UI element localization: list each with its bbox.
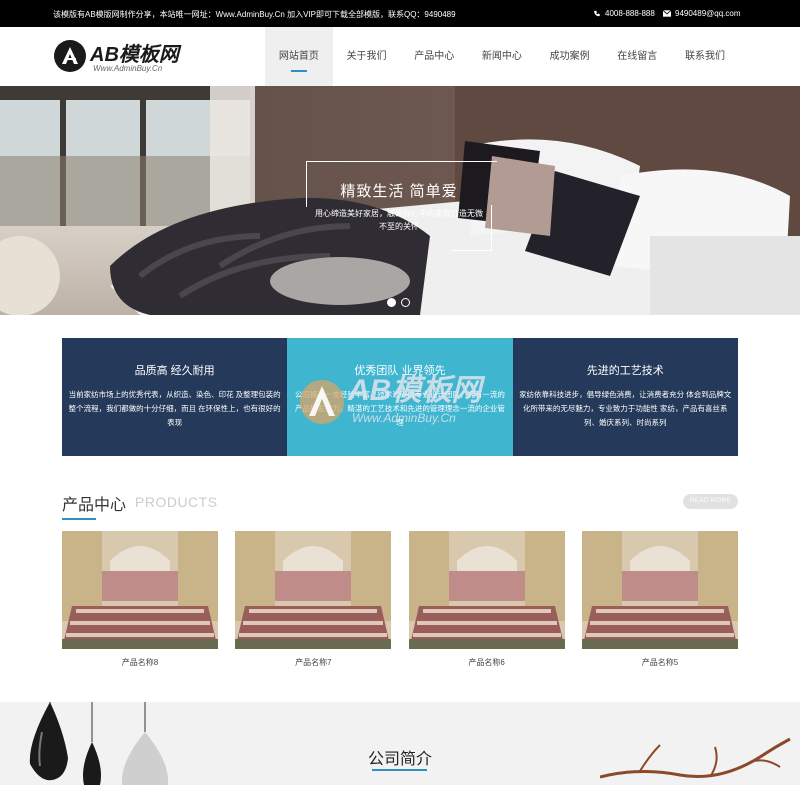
banner-subtitle: 用心缔造美好家居，触碰你心中的柔软打造无微不至的关怀 — [315, 209, 483, 231]
feature-text: 当前家纺市场上的优秀代表，从织造、染色、印花 及整理包装的整个流程，我们都做的十… — [68, 390, 281, 427]
feature-text: 公司拥有一支经验丰富、技术过硬的专业设计团队，拥有一流的产品研发能力，精湛的工艺… — [294, 390, 505, 427]
site-logo[interactable]: AB模板网 Www.AdminBuy.Cn — [53, 38, 183, 76]
product-card[interactable]: 产品名称6 — [408, 531, 565, 668]
nav-item-message[interactable]: 在线留言 — [603, 27, 671, 86]
contact-phone[interactable]: 4008-888-888 — [593, 9, 655, 18]
feature-title: 先进的工艺技术 — [586, 365, 664, 377]
product-name[interactable]: 产品名称5 — [582, 657, 738, 668]
banner-dot-2[interactable] — [401, 298, 410, 307]
product-name[interactable]: 产品名称8 — [62, 657, 218, 668]
nav-item-home[interactable]: 网站首页 — [265, 27, 333, 86]
product-image[interactable] — [581, 531, 738, 649]
products-title: 产品中心 — [62, 497, 127, 514]
product-name[interactable]: 产品名称6 — [409, 657, 565, 668]
contact-email[interactable]: 9490489@qq.com — [663, 9, 741, 18]
phone-number: 4008-888-888 — [605, 9, 655, 18]
nav-item-news[interactable]: 新闻中心 — [468, 27, 536, 86]
logo-subtitle: Www.AdminBuy.Cn — [93, 64, 163, 73]
product-card[interactable]: 产品名称5 — [581, 531, 738, 668]
phone-icon — [594, 10, 600, 17]
products-header: 产品中心 PRODUCTS READ MORE — [62, 491, 738, 521]
feature-team[interactable]: 优秀团队 业界领先 公司拥有一支经验丰富、技术过硬的专业设计团队，拥有一流的产品… — [287, 338, 513, 456]
products-title-en: PRODUCTS — [135, 494, 218, 510]
nav-item-cases[interactable]: 成功案例 — [536, 27, 604, 86]
product-card[interactable]: 产品名称8 — [62, 531, 218, 668]
feature-title: 品质高 经久耐用 — [134, 365, 215, 377]
email-address: 9490489@qq.com — [675, 9, 741, 18]
features-row: 品质高 经久耐用 当前家纺市场上的优秀代表，从织造、染色、印花 及整理包装的整个… — [62, 338, 738, 456]
feature-text: 家纺依靠科技进步，倡导绿色消费，让消费者充分 体会到品牌文化所带来的无尽魅力，专… — [519, 390, 732, 427]
logo-mark-icon — [54, 40, 86, 72]
products-grid: 产品名称8 产品名称7 产品名称6 产品名称5 — [62, 531, 738, 668]
top-bar: 该模版有AB模版网制作分享，本站唯一网址：Www.AdminBuy.Cn 加入V… — [0, 0, 800, 27]
product-image[interactable] — [62, 531, 218, 649]
site-notice: 该模版有AB模版网制作分享，本站唯一网址：Www.AdminBuy.Cn 加入V… — [53, 10, 456, 19]
about-title-underline — [372, 769, 427, 771]
pendant-lamps-image — [29, 702, 169, 785]
logo-name: AB模板网 — [90, 44, 179, 66]
nav-item-about[interactable]: 关于我们 — [333, 27, 401, 86]
product-image[interactable] — [408, 531, 565, 649]
feature-title: 优秀团队 业界领先 — [354, 365, 446, 377]
about-section: 公司简介 — [0, 702, 800, 785]
product-name[interactable]: 产品名称7 — [235, 657, 391, 668]
mail-icon — [663, 10, 671, 17]
main-nav: 网站首页 关于我们 产品中心 新闻中心 成功案例 在线留言 联系我们 — [265, 27, 739, 86]
site-header: AB模板网 Www.AdminBuy.Cn 网站首页 关于我们 产品中心 新闻中… — [0, 27, 800, 86]
hero-banner[interactable]: 精致生活 简单爱 用心缔造美好家居，触碰你心中的柔软打造无微不至的关怀 — [0, 86, 800, 315]
about-title: 公司简介 — [367, 751, 432, 768]
product-image[interactable] — [235, 531, 392, 649]
banner-title: 精致生活 简单爱 — [340, 183, 458, 200]
products-title-underline — [62, 518, 96, 520]
banner-frame — [306, 161, 497, 251]
read-more-button[interactable]: READ MORE — [683, 494, 738, 509]
banner-pagination — [387, 298, 410, 307]
banner-dot-1[interactable] — [387, 298, 396, 307]
feature-technology[interactable]: 先进的工艺技术 家纺依靠科技进步，倡导绿色消费，让消费者充分 体会到品牌文化所带… — [512, 338, 738, 456]
nav-item-contact[interactable]: 联系我们 — [671, 27, 739, 86]
product-card[interactable]: 产品名称7 — [235, 531, 392, 668]
nav-item-products[interactable]: 产品中心 — [400, 27, 468, 86]
feature-quality[interactable]: 品质高 经久耐用 当前家纺市场上的优秀代表，从织造、染色、印花 及整理包装的整个… — [62, 338, 288, 456]
